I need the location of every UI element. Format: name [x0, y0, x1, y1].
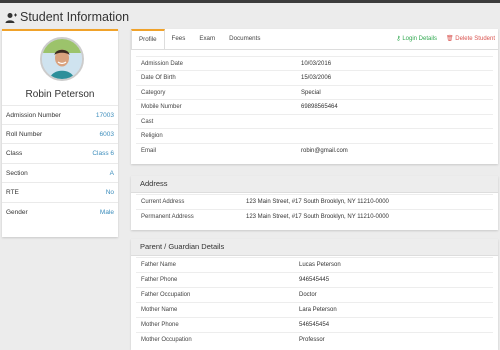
- detail-row-religion: Religion: [136, 128, 493, 142]
- detail-label: Email: [141, 147, 157, 154]
- address-label: Current Address: [141, 199, 185, 205]
- info-label: RTE: [6, 188, 19, 196]
- detail-value: 15/03/2006: [301, 74, 332, 81]
- guardian-row-mother-name: Mother Name Lara Peterson: [136, 302, 493, 317]
- info-row-section: Section A: [2, 163, 118, 182]
- address-header: Address: [131, 176, 498, 193]
- info-row-class: Class Class 6: [2, 143, 118, 162]
- detail-value: Special: [301, 89, 321, 96]
- top-bar: [0, 0, 500, 3]
- info-row-admission-number: Admission Number 17003: [2, 105, 118, 124]
- guardian-label: Mother Name: [141, 307, 178, 313]
- page-header: Student Information: [5, 9, 129, 25]
- detail-label: Admission Date: [141, 60, 184, 67]
- guardian-section: Parent / Guardian Details Father Name Lu…: [131, 239, 498, 350]
- guardian-row-father-phone: Father Phone 946545445: [136, 272, 493, 287]
- tab-documents[interactable]: Documents: [222, 29, 267, 49]
- guardian-header: Parent / Guardian Details: [131, 239, 498, 256]
- address-section: Address Current Address 123 Main Street,…: [131, 176, 498, 230]
- guardian-row-father-name: Father Name Lucas Peterson: [136, 257, 493, 272]
- info-value[interactable]: 17003: [96, 112, 114, 119]
- delete-student-link[interactable]: 🗑 Delete Student: [446, 35, 495, 42]
- address-row-permanent: Permanent Address 123 Main Street, #17 S…: [136, 209, 493, 224]
- avatar: [40, 37, 84, 81]
- guardian-value: 546545454: [299, 322, 330, 328]
- detail-value: 10/03/2016: [301, 60, 332, 67]
- info-row-roll-number: Roll Number 6003: [2, 124, 118, 143]
- info-value[interactable]: A: [110, 170, 114, 177]
- guardian-label: Father Occupation: [141, 292, 191, 298]
- tab-fees[interactable]: Fees: [165, 29, 193, 49]
- login-details-link[interactable]: ⚷ Login Details: [396, 35, 437, 42]
- guardian-label: Father Phone: [141, 277, 178, 283]
- detail-label: Mobile Number: [141, 103, 182, 110]
- info-value[interactable]: 6003: [100, 131, 114, 138]
- info-label: Admission Number: [6, 111, 61, 119]
- guardian-row-mother-phone: Mother Phone 546545454: [136, 317, 493, 332]
- detail-row-mobile-number: Mobile Number 69898565464: [136, 99, 493, 113]
- tab-profile[interactable]: Profile: [131, 29, 165, 49]
- info-value[interactable]: Male: [100, 209, 114, 216]
- tab-exam[interactable]: Exam: [192, 29, 222, 49]
- detail-row-admission-date: Admission Date 10/03/2016: [136, 56, 493, 70]
- delete-student-label: Delete Student: [455, 36, 495, 42]
- guardian-value: Lara Peterson: [299, 307, 337, 313]
- guardian-label: Mother Occupation: [141, 337, 192, 343]
- info-value[interactable]: No: [106, 189, 114, 196]
- login-details-label: Login Details: [402, 36, 437, 42]
- info-label: Roll Number: [6, 130, 43, 138]
- profile-details-card: Profile Fees Exam Documents ⚷ Login Deta…: [131, 29, 498, 164]
- address-value: 123 Main Street, #17 South Brooklyn, NY …: [246, 214, 389, 220]
- detail-row-category: Category Special: [136, 85, 493, 99]
- info-row-gender: Gender Male: [2, 202, 118, 221]
- profile-card: Robin Peterson Admission Number 17003 Ro…: [2, 29, 118, 237]
- detail-label: Date Of Birth: [141, 74, 176, 81]
- info-label: Section: [6, 169, 28, 177]
- profile-name: Robin Peterson: [25, 89, 95, 100]
- detail-label: Category: [141, 89, 166, 96]
- detail-row-date-of-birth: Date Of Birth 15/03/2006: [136, 70, 493, 84]
- address-label: Permanent Address: [141, 214, 194, 220]
- detail-value: robin@gmail.com: [301, 147, 348, 154]
- tab-divider: [131, 49, 498, 50]
- detail-label: Religion: [141, 132, 163, 139]
- guardian-label: Father Name: [141, 262, 177, 268]
- info-label: Gender: [6, 208, 28, 216]
- guardian-row-mother-occupation: Mother Occupation Professor: [136, 332, 493, 347]
- address-value: 123 Main Street, #17 South Brooklyn, NY …: [246, 199, 389, 205]
- guardian-value: Lucas Peterson: [299, 262, 341, 268]
- detail-row-email: Email robin@gmail.com: [136, 143, 493, 157]
- key-icon: ⚷: [396, 36, 401, 42]
- guardian-value: Doctor: [299, 292, 317, 298]
- detail-value: 69898565464: [301, 103, 338, 110]
- user-add-icon: [5, 11, 17, 23]
- guardian-value: 946545445: [299, 277, 330, 283]
- detail-row-cast: Cast: [136, 114, 493, 128]
- guardian-row-father-occupation: Father Occupation Doctor: [136, 287, 493, 302]
- detail-label: Cast: [141, 118, 154, 125]
- guardian-label: Mother Phone: [141, 322, 179, 328]
- address-row-current: Current Address 123 Main Street, #17 Sou…: [136, 194, 493, 209]
- guardian-value: Professor: [299, 337, 325, 343]
- info-label: Class: [6, 149, 23, 157]
- info-value[interactable]: Class 6: [92, 150, 114, 157]
- info-row-rte: RTE No: [2, 182, 118, 201]
- action-links: ⚷ Login Details 🗑 Delete Student: [396, 35, 495, 42]
- page-title: Student Information: [20, 10, 130, 24]
- trash-icon: 🗑: [446, 36, 454, 42]
- tab-bar: Profile Fees Exam Documents: [131, 29, 267, 49]
